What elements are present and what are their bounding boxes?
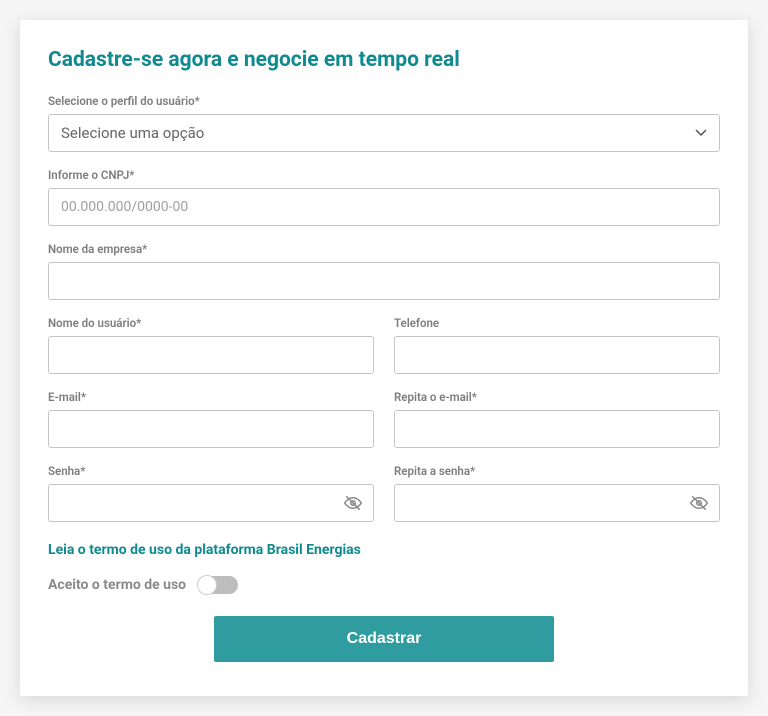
label-profile: Selecione o perfil do usuário*: [48, 94, 720, 108]
label-email: E-mail*: [48, 390, 374, 404]
field-phone: Telefone: [394, 316, 720, 374]
field-password-repeat: Repita a senha*: [394, 464, 720, 522]
submit-row: Cadastrar: [48, 616, 720, 662]
registration-card: Cadastre-se agora e negocie em tempo rea…: [20, 20, 748, 696]
label-phone: Telefone: [394, 316, 720, 330]
label-company: Nome da empresa*: [48, 242, 720, 256]
toggle-knob: [197, 575, 217, 595]
input-password[interactable]: [48, 484, 374, 522]
eye-off-icon[interactable]: [344, 494, 362, 512]
field-username: Nome do usuário*: [48, 316, 374, 374]
label-password: Senha*: [48, 464, 374, 478]
input-email[interactable]: [48, 410, 374, 448]
accept-terms-row: Aceito o termo de uso: [48, 576, 720, 594]
terms-link[interactable]: Leia o termo de uso da plataforma Brasil…: [48, 542, 361, 558]
eye-off-icon[interactable]: [690, 494, 708, 512]
field-company: Nome da empresa*: [48, 242, 720, 300]
field-cnpj: Informe o CNPJ*: [48, 168, 720, 226]
select-profile[interactable]: Selecione uma opção: [48, 114, 720, 152]
field-email: E-mail*: [48, 390, 374, 448]
page-title: Cadastre-se agora e negocie em tempo rea…: [48, 48, 720, 72]
input-password-repeat[interactable]: [394, 484, 720, 522]
label-username: Nome do usuário*: [48, 316, 374, 330]
input-phone[interactable]: [394, 336, 720, 374]
label-cnpj: Informe o CNPJ*: [48, 168, 720, 182]
accept-terms-label: Aceito o termo de uso: [48, 577, 186, 593]
input-cnpj[interactable]: [48, 188, 720, 226]
input-company[interactable]: [48, 262, 720, 300]
submit-button[interactable]: Cadastrar: [214, 616, 554, 662]
input-email-repeat[interactable]: [394, 410, 720, 448]
input-username[interactable]: [48, 336, 374, 374]
field-profile: Selecione o perfil do usuário* Selecione…: [48, 94, 720, 152]
label-email-repeat: Repita o e-mail*: [394, 390, 720, 404]
field-password: Senha*: [48, 464, 374, 522]
field-email-repeat: Repita o e-mail*: [394, 390, 720, 448]
label-password-repeat: Repita a senha*: [394, 464, 720, 478]
accept-terms-toggle[interactable]: [198, 576, 238, 594]
